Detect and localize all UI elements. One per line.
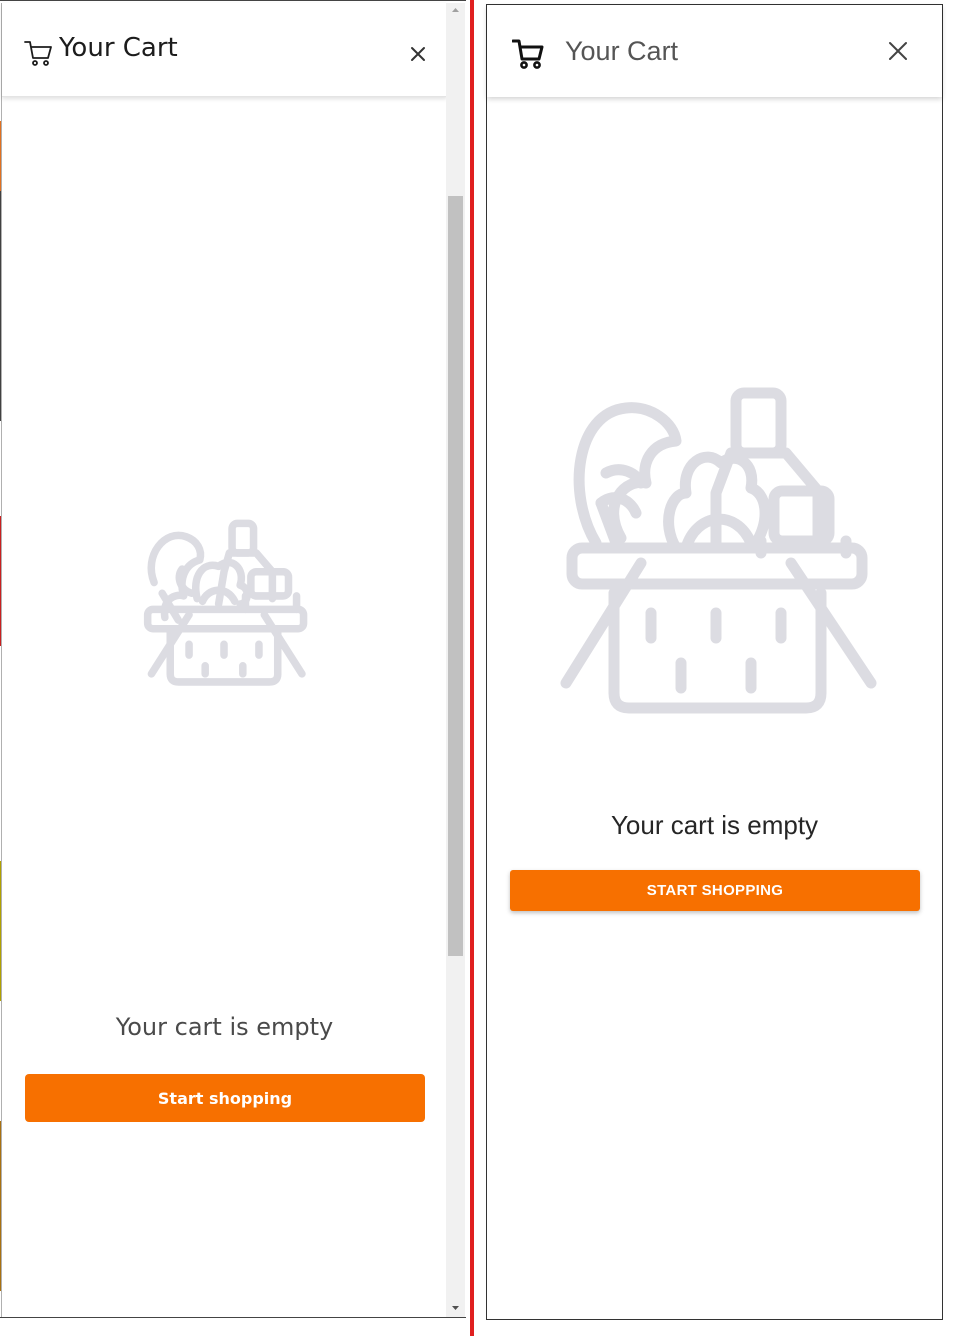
scroll-down-arrow-icon[interactable]	[448, 1301, 463, 1315]
left-cart-drawer: Your Cart Your cart is empty Start shopp…	[1, 3, 447, 1317]
empty-cart-message: Your cart is empty	[610, 810, 819, 840]
cart-header: Your Cart	[487, 5, 942, 97]
scrollbar-thumb[interactable]	[448, 196, 463, 956]
cart-header: Your Cart	[2, 3, 447, 97]
close-icon[interactable]	[407, 43, 429, 65]
close-icon[interactable]	[888, 41, 908, 61]
right-cart-drawer: Your Cart Your cart is empty START SHOPP…	[486, 4, 943, 1320]
empty-cart-message: Your cart is empty	[115, 1013, 334, 1041]
left-cart-window: Your Cart Your cart is empty Start shopp…	[0, 0, 466, 1318]
grocery-basket-icon	[143, 519, 308, 686]
comparison-stage: Your Cart Your cart is empty Start shopp…	[0, 0, 968, 1336]
start-shopping-button[interactable]: Start shopping	[25, 1074, 425, 1122]
comparison-divider	[470, 0, 474, 1336]
cart-title: Your Cart	[59, 33, 178, 63]
grocery-basket-icon	[560, 387, 877, 714]
scroll-up-arrow-icon[interactable]	[448, 3, 463, 17]
cart-title: Your Cart	[565, 36, 679, 66]
shopping-cart-icon	[512, 39, 544, 69]
start-shopping-button[interactable]: START SHOPPING	[510, 870, 920, 911]
shopping-cart-icon	[24, 41, 52, 66]
